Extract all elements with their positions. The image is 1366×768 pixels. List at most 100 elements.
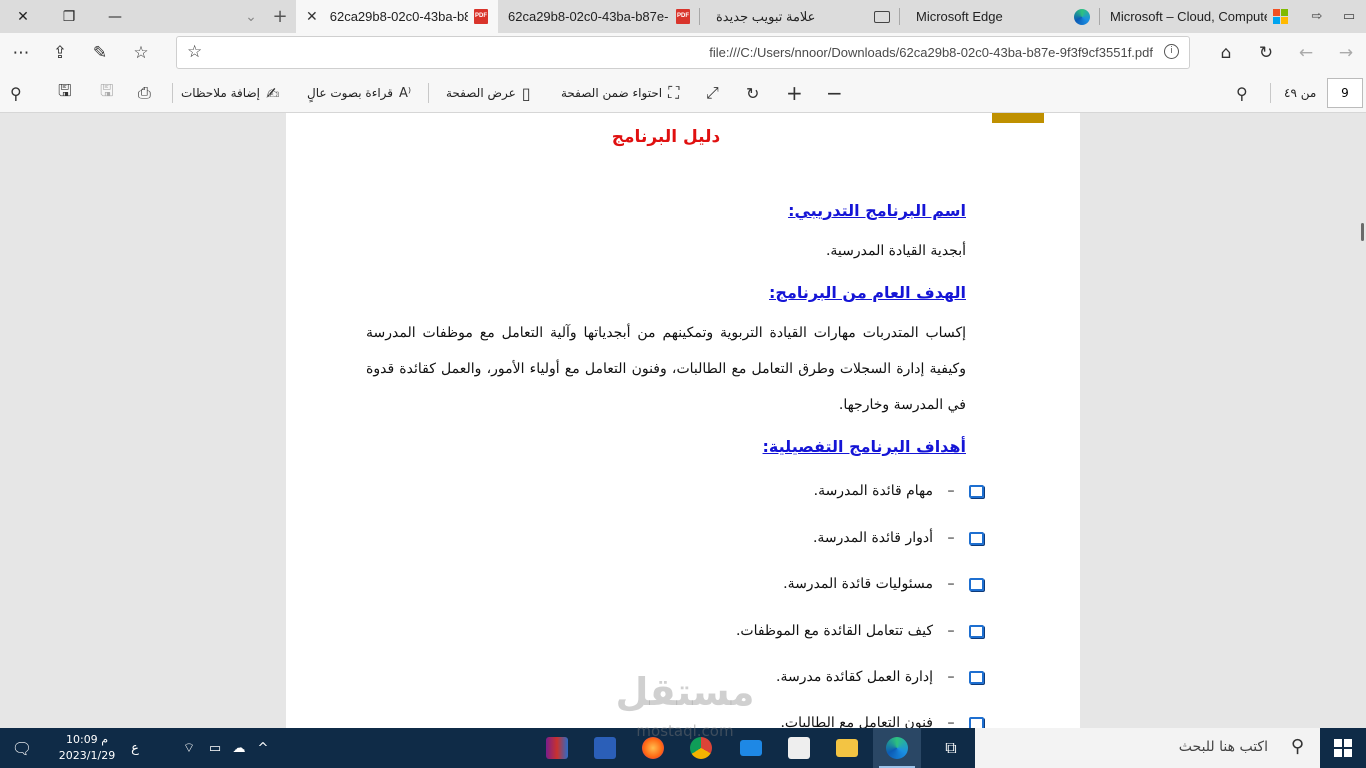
workspaces-button[interactable]: ▭ — [1334, 0, 1364, 33]
print-icon: ⎙ — [138, 83, 151, 102]
page-view-button[interactable]: عرض الصفحة ▯ — [446, 79, 531, 107]
taskbar-file-explorer[interactable] — [823, 728, 871, 768]
pdf-viewer[interactable]: دليل البرنامج اسم البرنامج التدريبي: أبج… — [0, 113, 1366, 728]
more-dots-icon: ⋯ — [12, 43, 30, 63]
close-tab-icon[interactable]: ✕ — [306, 8, 318, 25]
forward-button[interactable]: → — [1331, 38, 1361, 68]
word-icon — [594, 737, 616, 759]
read-aloud-button[interactable]: قراءة بصوت عالٍ A⁾ — [307, 79, 411, 107]
wifi-button[interactable]: ⌔ — [178, 728, 200, 768]
fullscreen-button[interactable]: ⤢ — [706, 79, 719, 107]
start-button[interactable] — [1320, 728, 1366, 768]
site-info-icon[interactable]: i — [1164, 44, 1179, 59]
chevron-up-icon: ^ — [257, 740, 269, 756]
draw-button[interactable]: ✎ — [85, 38, 115, 68]
taskbar-winrar[interactable] — [533, 728, 581, 768]
tab-pdf-active[interactable]: ✕ 62ca29b8-02c0-43ba-b8 PDF — [296, 0, 498, 33]
dash-bullet: – — [947, 530, 955, 546]
firefox-icon — [642, 737, 664, 759]
onedrive-button[interactable]: ☁ — [228, 728, 250, 768]
add-favorite-star-icon[interactable]: ☆ — [187, 42, 202, 62]
tab-label: Microsoft Edge — [916, 9, 1003, 24]
page-corner-decoration — [992, 113, 1044, 123]
zoom-in-button[interactable]: + — [786, 79, 803, 107]
address-field[interactable]: ☆ file:///C:/Users/nnoor/Downloads/62ca2… — [176, 36, 1190, 69]
task-view-button[interactable]: ⧉ — [927, 728, 975, 768]
taskbar-edge[interactable] — [873, 728, 921, 768]
list-item: – مهام قائدة المدرسة. — [814, 479, 984, 503]
close-window-button[interactable]: ✕ — [0, 0, 46, 33]
favorites-button[interactable]: ☆ — [126, 38, 156, 68]
toolbar-separator — [172, 83, 173, 103]
back-button[interactable]: ← — [1291, 38, 1321, 68]
notifications-button[interactable]: 🗨 — [0, 728, 44, 768]
checkbox-bullet-icon — [969, 577, 984, 591]
refresh-icon: ↻ — [1258, 43, 1274, 63]
home-icon: ⌂ — [1220, 43, 1232, 63]
rotate-icon: ↻ — [746, 83, 760, 103]
arrow-left-icon: ← — [1298, 43, 1314, 63]
taskbar-search-box[interactable]: اكتب هنا للبحث ⚲ — [975, 728, 1320, 768]
save-button[interactable]: 🖫 — [100, 79, 114, 107]
tab-label: 62ca29b8-02c0-43ba-b8 — [329, 9, 468, 24]
battery-button[interactable]: ▭ — [204, 728, 226, 768]
page-number-input[interactable]: 9 — [1327, 78, 1363, 108]
scrollbar-thumb[interactable] — [1361, 223, 1364, 241]
page-total: من ٤٩ — [1284, 79, 1316, 107]
task-view-icon: ⧉ — [945, 738, 957, 757]
find-button[interactable]: ⚲ — [1236, 79, 1248, 107]
dash-bullet: – — [947, 576, 955, 592]
clock[interactable]: 10:09 م 2023/1/29 — [52, 732, 122, 764]
pdf-icon: PDF — [474, 9, 488, 24]
dash-bullet: – — [947, 623, 955, 639]
tab-label: Microsoft – Cloud, Compute — [1110, 9, 1267, 24]
favorites-list-icon: ☆ — [133, 43, 149, 63]
input-language-button[interactable]: ع — [124, 728, 146, 768]
tab-microsoft[interactable]: Microsoft – Cloud, Compute — [1100, 0, 1296, 33]
page-view-label: عرض الصفحة — [446, 86, 516, 100]
collections-tab-button[interactable]: ⇨ — [1302, 0, 1332, 33]
language-label: ع — [131, 740, 139, 756]
page-number-value: 9 — [1341, 86, 1349, 100]
add-notes-label: إضافة ملاحظات — [181, 86, 260, 100]
print-button[interactable]: ⎙ — [138, 79, 151, 107]
taskbar-store[interactable] — [775, 728, 823, 768]
page-total-label: من ٤٩ — [1284, 86, 1317, 100]
list-item: – مسئوليات قائدة المدرسة. — [783, 572, 984, 596]
share-icon: ⇪ — [52, 43, 68, 63]
pin-toolbar-button[interactable]: ⚲ — [10, 79, 22, 107]
dash-bullet: – — [947, 715, 955, 728]
minimize-window-button[interactable]: — — [92, 0, 138, 33]
program-name-text: أبجدية القيادة المدرسية. — [825, 243, 966, 259]
new-tab-icon — [874, 10, 890, 23]
tab-edge[interactable]: Microsoft Edge — [900, 0, 1098, 33]
share-button[interactable]: ⇪ — [45, 38, 75, 68]
pen-icon: ✎ — [92, 43, 108, 63]
store-icon — [788, 737, 810, 759]
dash-bullet: – — [947, 483, 955, 499]
zoom-out-button[interactable]: − — [826, 79, 843, 107]
chevron-down-icon: ⌄ — [245, 8, 257, 25]
tab-new-tab[interactable]: علامة تبويب جديدة — [700, 0, 898, 33]
workspaces-icon: ▭ — [1342, 9, 1356, 24]
microsoft-logo-icon — [1273, 9, 1288, 24]
show-hidden-icons-button[interactable]: ^ — [252, 728, 274, 768]
restore-window-button[interactable]: ❐ — [46, 0, 92, 33]
home-button[interactable]: ⌂ — [1211, 38, 1241, 68]
notification-icon: 🗨 — [11, 738, 33, 758]
checkbox-bullet-icon — [969, 716, 984, 728]
tab-pdf[interactable]: 62ca29b8-02c0-43ba-b87e- PDF — [500, 0, 698, 33]
read-aloud-icon: A⁾ — [399, 85, 412, 101]
rotate-button[interactable]: ↻ — [746, 79, 759, 107]
save-as-button[interactable]: 🖫 — [58, 79, 72, 107]
add-notes-button[interactable]: إضافة ملاحظات ✍ — [181, 79, 279, 107]
refresh-button[interactable]: ↻ — [1251, 38, 1281, 68]
taskbar: 🗨 10:09 م 2023/1/29 ع ⌔ ▭ ☁ ^ ⧉ mostaql.… — [0, 722, 1366, 768]
save-icon: 🖫 — [100, 80, 114, 100]
search-icon: ⚲ — [1290, 736, 1304, 757]
fit-page-button[interactable]: احتواء ضمن الصفحة ⛶ — [561, 79, 679, 107]
program-name-heading: اسم البرنامج التدريبي: — [788, 201, 966, 220]
minimize-icon: — — [108, 8, 122, 25]
toolbar-separator — [428, 83, 429, 103]
settings-more-button[interactable]: ⋯ — [6, 38, 36, 68]
